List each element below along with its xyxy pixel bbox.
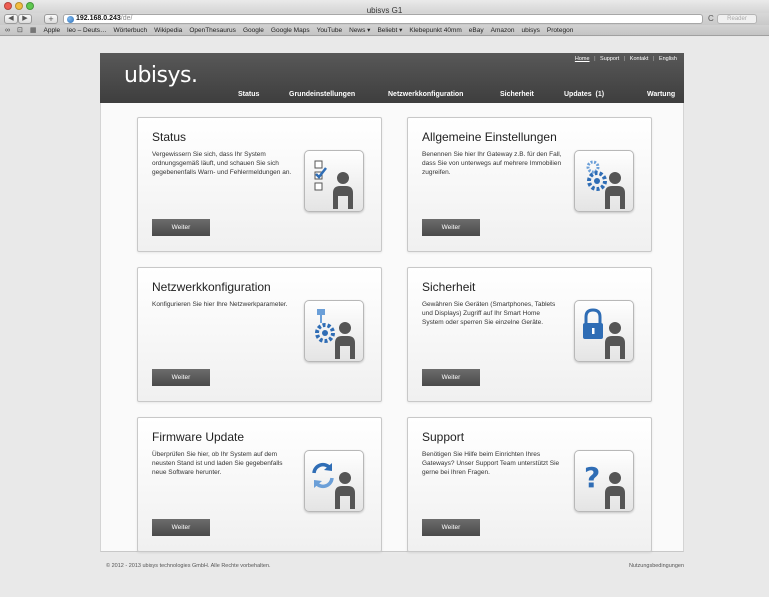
separator: | <box>652 56 655 62</box>
card-netzwerkkonfiguration: Netzwerkkonfiguration Konfigurieren Sie … <box>137 267 382 402</box>
card-description: Konfigurieren Sie hier Ihre Netzwerkpara… <box>152 301 288 308</box>
gears-user-icon <box>574 150 634 212</box>
card-title: Status <box>152 130 187 144</box>
card-description: Benennen Sie hier Ihr Gateway z.B. für d… <box>422 151 562 176</box>
bookmark-google[interactable]: Google <box>243 27 264 34</box>
close-window-icon[interactable] <box>4 2 12 10</box>
card-support: Support Benötigen Sie Hilfe beim Einrich… <box>407 417 652 552</box>
nav-wartung[interactable]: Wartung <box>647 91 675 98</box>
add-bookmark-button[interactable]: + <box>44 14 58 24</box>
bookmark-ebay[interactable]: eBay <box>469 27 484 34</box>
weiter-button-firmware-update[interactable]: Weiter <box>152 519 210 536</box>
forward-button[interactable]: ▶ <box>18 14 32 24</box>
card-title: Support <box>422 430 465 444</box>
bookmark-youtube[interactable]: YouTube <box>317 27 343 34</box>
reader-button[interactable]: Reader <box>717 14 757 24</box>
nav-sicherheit[interactable]: Sicherheit <box>500 91 534 98</box>
lock-user-icon <box>574 300 634 362</box>
separator: | <box>623 56 626 62</box>
bookmark-news[interactable]: News ▾ <box>349 26 370 34</box>
weiter-button-netzwerkkonfiguration[interactable]: Weiter <box>152 369 210 386</box>
card-title: Allgemeine Einstellungen <box>422 130 557 144</box>
card-title: Netzwerkkonfiguration <box>152 280 271 294</box>
card-description: Gewähren Sie Geräten (Smartphones, Table… <box>422 301 556 326</box>
address-bar[interactable]: 192.168.0.243/de/ <box>63 14 703 24</box>
nav-grundeinstellungen[interactable]: Grundeinstellungen <box>289 91 355 98</box>
card-status: Status Vergewissern Sie sich, dass Ihr S… <box>137 117 382 252</box>
bookmarks-bar: ∞ ⊡ ▦ Apple leo – Deuts… Wörterbuch Wiki… <box>0 25 769 36</box>
svg-text:?: ? <box>584 461 600 494</box>
weiter-button-allgemeine-einstellungen[interactable]: Weiter <box>422 219 480 236</box>
bookmark-wikipedia[interactable]: Wikipedia <box>154 27 182 34</box>
card-sicherheit: Sicherheit Gewähren Sie Geräten (Smartph… <box>407 267 652 402</box>
card-allgemeine-einstellungen: Allgemeine Einstellungen Benennen Sie hi… <box>407 117 652 252</box>
bookmark-amazon[interactable]: Amazon <box>491 27 515 34</box>
ubisys-logo[interactable]: ubisys. <box>124 63 198 88</box>
bookmark-ubisys[interactable]: ubisys <box>521 27 539 34</box>
page-footer: © 2012 - 2013 ubisys technologies GmbH. … <box>106 563 684 569</box>
question-user-icon: ? <box>574 450 634 512</box>
terms-link[interactable]: Nutzungsbedingungen <box>629 563 684 569</box>
back-button[interactable]: ◀ <box>4 14 18 24</box>
link-support[interactable]: Support <box>600 56 619 62</box>
link-home[interactable]: Home <box>575 56 590 62</box>
card-description: Vergewissern Sie sich, dass Ihr System o… <box>152 151 292 176</box>
bookmarks-icon[interactable]: ⊡ <box>17 26 23 34</box>
copyright-text: © 2012 - 2013 ubisys technologies GmbH. … <box>106 563 271 569</box>
card-description: Benötigen Sie Hilfe beim Einrichten Ihre… <box>422 451 560 476</box>
weiter-button-status[interactable]: Weiter <box>152 219 210 236</box>
url-host: 192.168.0.243 <box>76 15 121 22</box>
weiter-button-sicherheit[interactable]: Weiter <box>422 369 480 386</box>
nav-updates[interactable]: Updates (1) <box>564 91 604 98</box>
reload-icon[interactable]: C <box>708 14 714 23</box>
back-arrow-icon: ◀ <box>8 15 14 22</box>
top-links: Home | Support | Kontakt | English <box>575 56 677 62</box>
top-sites-icon[interactable]: ▦ <box>30 26 37 34</box>
window-titlebar: ubisys G1 <box>0 0 769 15</box>
site-header: ubisys. Home | Support | Kontakt | Engli… <box>100 53 684 103</box>
window-controls <box>4 2 34 10</box>
checklist-user-icon <box>304 150 364 212</box>
bookmark-klebepunkt[interactable]: Klebepunkt 40mm <box>409 27 461 34</box>
browser-toolbar: ◀ ▶ + 192.168.0.243/de/ C Reader <box>0 13 769 25</box>
minimize-window-icon[interactable] <box>15 2 23 10</box>
nav-netzwerkkonfiguration[interactable]: Netzwerkkonfiguration <box>388 91 463 98</box>
bookmark-google-maps[interactable]: Google Maps <box>271 27 310 34</box>
card-firmware-update: Firmware Update Überprüfen Sie hier, ob … <box>137 417 382 552</box>
url-path: /de/ <box>120 15 133 22</box>
globe-icon <box>67 16 74 23</box>
refresh-user-icon <box>304 450 364 512</box>
nav-status[interactable]: Status <box>238 91 259 98</box>
reading-list-icon[interactable]: ∞ <box>5 27 10 34</box>
card-description: Überprüfen Sie hier, ob Ihr System auf d… <box>152 451 283 476</box>
card-title: Sicherheit <box>422 280 476 294</box>
bookmark-openthesaurus[interactable]: OpenThesaurus <box>189 27 236 34</box>
zoom-window-icon[interactable] <box>26 2 34 10</box>
weiter-button-support[interactable]: Weiter <box>422 519 480 536</box>
bookmark-apple[interactable]: Apple <box>44 27 61 34</box>
network-gear-user-icon <box>304 300 364 362</box>
bookmark-beliebt[interactable]: Beliebt ▾ <box>377 26 402 34</box>
link-english[interactable]: English <box>659 56 677 62</box>
bookmark-leo[interactable]: leo – Deuts… <box>67 27 106 34</box>
link-kontakt[interactable]: Kontakt <box>630 56 649 62</box>
forward-arrow-icon: ▶ <box>22 15 28 22</box>
bookmark-woerterbuch[interactable]: Wörterbuch <box>114 27 148 34</box>
card-title: Firmware Update <box>152 430 245 444</box>
separator: | <box>594 56 596 62</box>
plus-icon: + <box>48 14 54 24</box>
page-viewport: ubisys. Home | Support | Kontakt | Engli… <box>0 37 769 597</box>
bookmark-protegon[interactable]: Protegon <box>547 27 573 34</box>
main-content: Status Vergewissern Sie sich, dass Ihr S… <box>100 103 684 552</box>
